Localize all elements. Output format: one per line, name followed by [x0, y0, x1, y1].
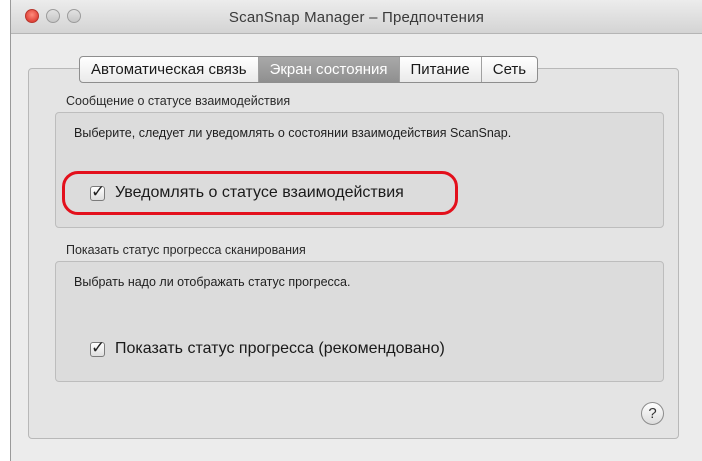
show-progress-checkbox[interactable]: ✓ [90, 338, 105, 357]
tab-status-screen[interactable]: Экран состояния [258, 57, 400, 82]
notify-status-label[interactable]: Уведомлять о статусе взаимодействия [115, 184, 404, 202]
window-title: ScanSnap Manager – Предпочтения [228, 9, 485, 26]
notify-status-checkbox[interactable]: ✓ [90, 182, 105, 201]
tab-network[interactable]: Сеть [482, 57, 537, 82]
checkmark-icon: ✓ [91, 337, 106, 357]
scan-progress-group-label: Показать статус прогресса сканирования [66, 243, 306, 257]
title-bar[interactable]: ScanSnap Manager – Предпочтения [11, 0, 702, 34]
tab-auto-connect[interactable]: Автоматическая связь [80, 57, 259, 82]
checkmark-icon: ✓ [91, 181, 106, 201]
show-progress-checkbox-row[interactable]: ✓ Показать статус прогресса (рекомендова… [90, 338, 445, 358]
tab-bar: Автоматическая связь Экран состояния Пит… [79, 56, 539, 83]
interaction-status-group-label: Сообщение о статусе взаимодействия [66, 94, 291, 108]
interaction-status-description: Выберите, следует ли уведомлять о состоя… [74, 126, 512, 140]
scan-progress-description: Выбрать надо ли отображать статус прогре… [74, 275, 351, 289]
tab-power[interactable]: Питание [400, 57, 482, 82]
show-progress-label[interactable]: Показать статус прогресса (рекомендовано… [115, 340, 445, 358]
help-icon[interactable]: ? [641, 402, 664, 425]
notify-status-checkbox-row[interactable]: ✓ Уведомлять о статусе взаимодействия [90, 182, 404, 202]
